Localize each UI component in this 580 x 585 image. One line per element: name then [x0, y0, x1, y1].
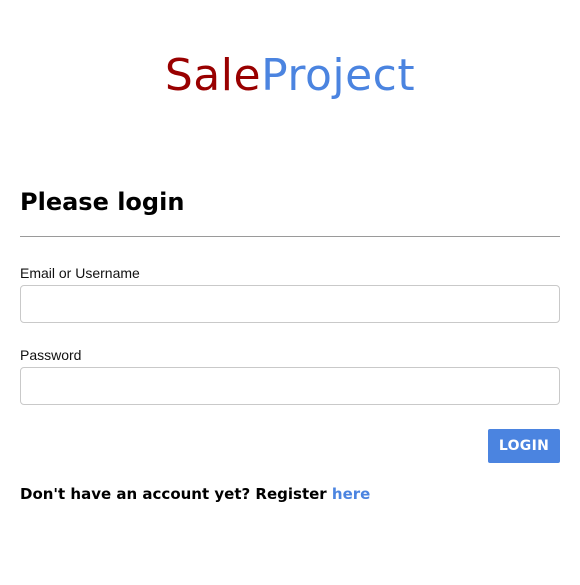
register-prompt-text: Don't have an account yet? Register: [20, 485, 332, 503]
site-logo: SaleProject: [0, 50, 580, 102]
page-title: Please login: [20, 188, 185, 216]
email-label: Email or Username: [20, 265, 140, 281]
register-link[interactable]: here: [332, 485, 370, 503]
login-page: SaleProject Please login Email or Userna…: [0, 0, 580, 585]
login-button[interactable]: LOGIN: [488, 429, 560, 463]
register-prompt: Don't have an account yet? Register here: [20, 484, 370, 504]
logo-part-sale: Sale: [164, 50, 262, 101]
heading-divider: [20, 236, 560, 237]
logo-part-project: Project: [261, 50, 416, 101]
password-input[interactable]: [20, 367, 560, 405]
email-username-input[interactable]: [20, 285, 560, 323]
password-label: Password: [20, 347, 82, 363]
